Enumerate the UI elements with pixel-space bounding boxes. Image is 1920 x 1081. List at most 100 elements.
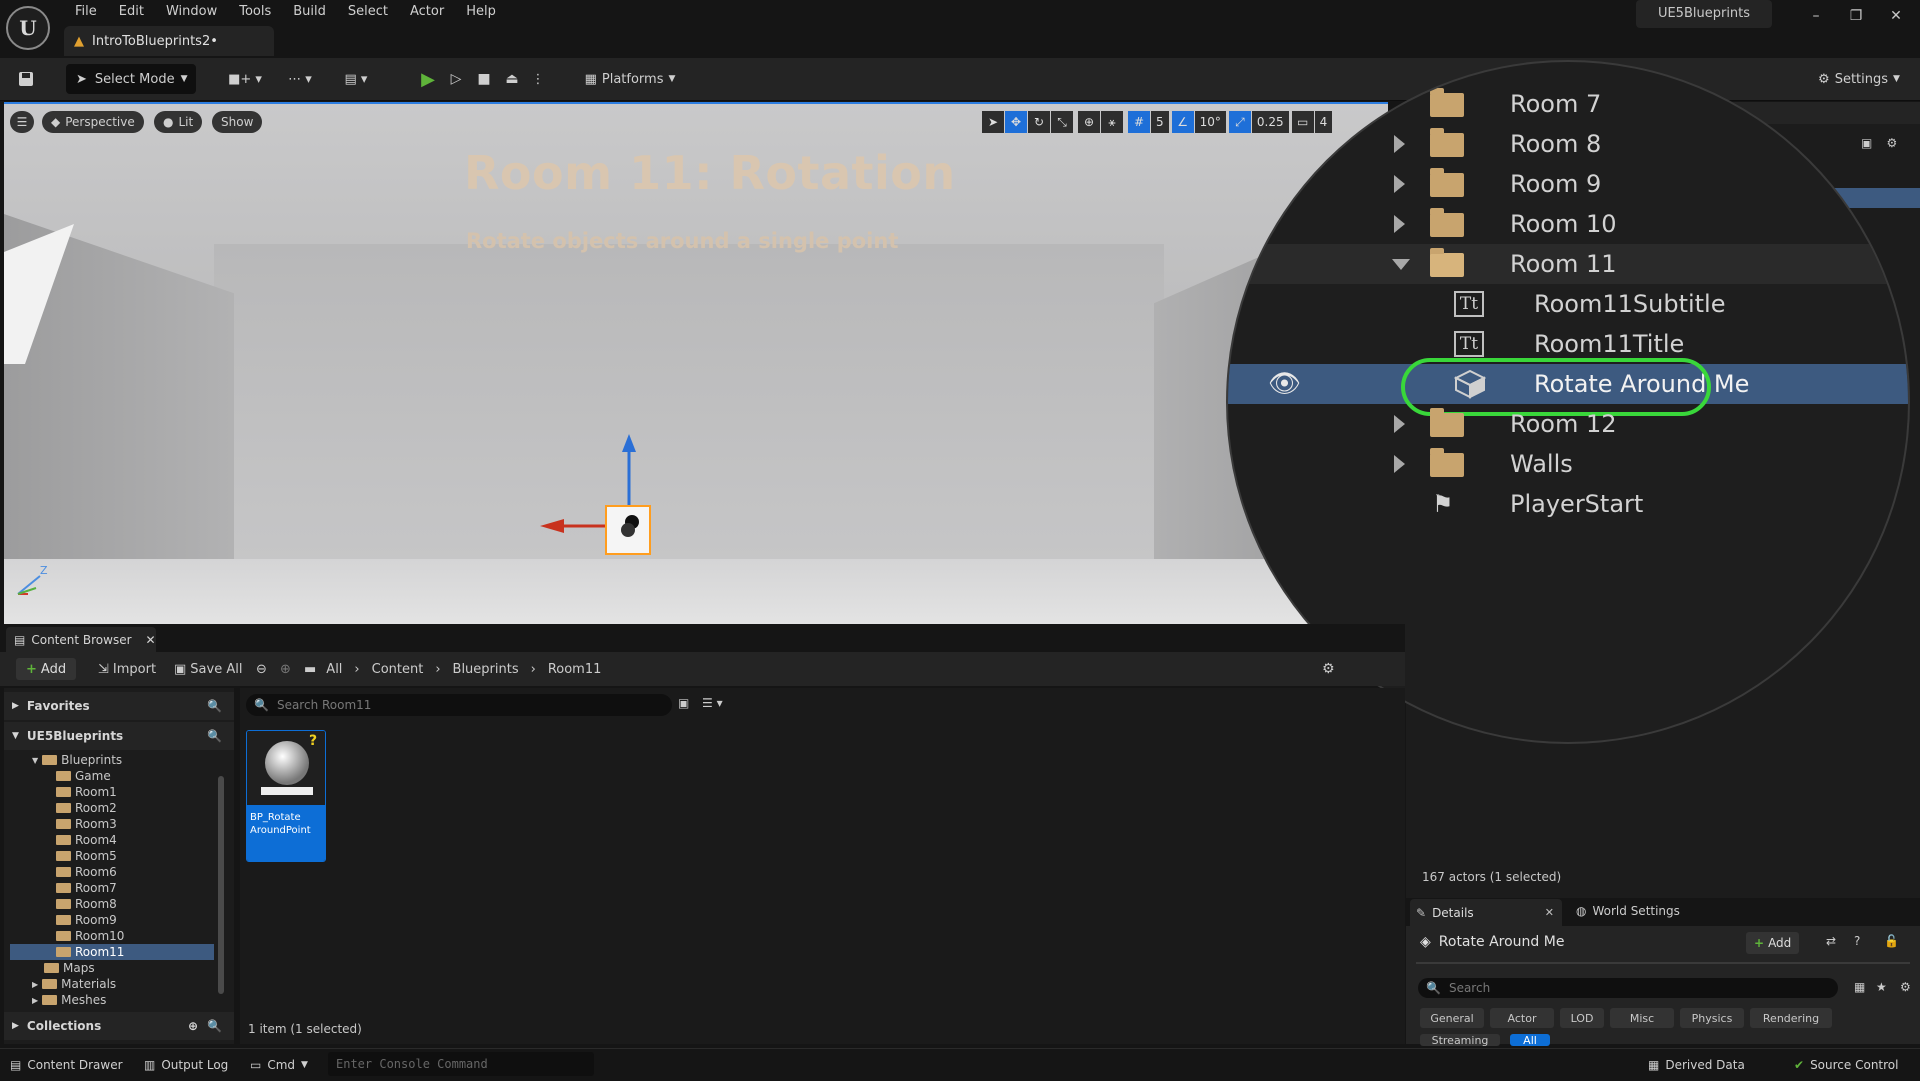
close-icon[interactable]: ✕ [1545,906,1554,919]
cinematics-icon[interactable]: ▤ ▾ [336,64,376,94]
search-icon[interactable]: 🔍 [207,699,222,713]
blueprint-icon[interactable]: ⇄ [1826,934,1836,948]
eye-icon[interactable]: 👁 [1268,369,1301,399]
world-settings-tab[interactable]: ◍ World Settings [1576,904,1680,918]
save-all-button[interactable]: ▣ Save All [174,658,242,680]
menu-tools[interactable]: Tools [228,0,282,24]
star-icon[interactable]: ★ [1876,980,1887,994]
outliner-row-walls[interactable]: Walls [1228,444,1908,484]
expand-arrow-icon[interactable] [1394,175,1405,193]
select-mode-dropdown[interactable]: ➤ Select Mode ▼ [66,64,196,94]
save-icon[interactable] [12,64,40,94]
minimize-button[interactable]: – [1796,0,1836,32]
play-icon[interactable]: ▶ [416,64,440,94]
tree-room4[interactable]: Room4 [56,832,117,848]
expand-arrow-icon[interactable] [1394,455,1405,473]
output-log-button[interactable]: ▥ Output Log [144,1054,228,1076]
gear-icon[interactable]: ⚙ [1900,980,1911,994]
blueprint-icon[interactable]: ⋯ ▾ [280,64,320,94]
menu-edit[interactable]: Edit [108,0,155,24]
tree-room8[interactable]: Room8 [56,896,117,912]
filter-lod[interactable]: LOD [1560,1008,1604,1028]
move-gizmo[interactable] [534,434,674,584]
tree-room5[interactable]: Room5 [56,848,117,864]
filter-physics[interactable]: Physics [1680,1008,1744,1028]
asset-search-input[interactable]: 🔍 Search Room11 [246,694,672,716]
outliner-row-room8[interactable]: Room 8 [1228,124,1908,164]
breadcrumb-blueprints[interactable]: Blueprints [453,662,519,677]
expand-arrow-icon[interactable] [1394,415,1405,433]
add-button[interactable]: + Add [16,658,77,680]
table-view-icon[interactable]: ▦ [1854,980,1865,994]
source-control-button[interactable]: ✔ Source Control [1794,1054,1898,1076]
menu-select[interactable]: Select [337,0,399,24]
derived-data-button[interactable]: ▦ Derived Data [1648,1054,1745,1076]
gear-icon[interactable]: ⚙ [1322,658,1335,680]
content-drawer-button[interactable]: ▤ Content Drawer [10,1054,123,1076]
add-collection-icon[interactable]: ⊕ [188,1019,198,1033]
filter-icon[interactable]: ☰ ▾ [702,696,723,710]
nav-forward-icon[interactable]: ⊕ [280,658,291,680]
room-subtitle-text[interactable]: Rotate objects around a single point [466,229,898,253]
breadcrumb-content[interactable]: Content [372,662,424,677]
expand-arrow-icon[interactable] [1394,215,1405,233]
tree-scrollbar[interactable] [218,776,224,994]
tree-room7[interactable]: Room7 [56,880,117,896]
help-icon[interactable]: ? [1854,934,1860,948]
save-search-icon[interactable]: ▣ [678,696,689,710]
rotate-tool-icon[interactable]: ↻ [1028,111,1050,133]
tree-game[interactable]: Game [56,768,111,784]
platforms-dropdown[interactable]: ▦ Platforms ▼ [580,64,680,94]
import-button[interactable]: ⇲ Import [98,658,156,680]
menu-actor[interactable]: Actor [399,0,455,24]
show-button[interactable]: Show [212,111,263,133]
stop-icon[interactable]: ■ [472,64,496,94]
breadcrumb-room11[interactable]: Room11 [548,662,602,677]
tree-meshes[interactable]: ▶ Meshes [32,992,106,1008]
menu-help[interactable]: Help [455,0,507,24]
move-tool-icon[interactable]: ✥ [1005,111,1027,133]
restore-button[interactable]: ❐ [1836,0,1876,32]
level-viewport[interactable]: ☰ ◆ Perspective ● Lit Show ➤ ✥ ↻ ⤡ ⊕ ⚹ #… [4,102,1388,624]
outliner-row-room12[interactable]: Room 12 [1228,404,1908,444]
room-title-text[interactable]: Room 11: Rotation [464,146,956,200]
filter-rendering[interactable]: Rendering [1750,1008,1832,1028]
filter-misc[interactable]: Misc [1610,1008,1674,1028]
tree-room9[interactable]: Room9 [56,912,117,928]
menu-file[interactable]: File [64,0,108,24]
eject-icon[interactable]: ⏏ [500,64,524,94]
collections-header[interactable]: ▶ Collections ⊕ 🔍 [4,1012,234,1040]
outliner-row-room9[interactable]: Room 9 [1228,164,1908,204]
tree-room3[interactable]: Room3 [56,816,117,832]
tree-blueprints[interactable]: ▼ Blueprints [12,752,216,768]
project-header[interactable]: ▼ UE5Blueprints 🔍 [4,722,234,750]
lock-icon[interactable]: 🔓 [1884,934,1899,948]
expand-arrow-icon[interactable] [1394,135,1405,153]
tree-room6[interactable]: Room6 [56,864,117,880]
viewport-menu-icon[interactable]: ☰ [10,111,34,133]
perspective-button[interactable]: ◆ Perspective [42,111,144,133]
tree-maps[interactable]: Maps [44,960,95,976]
unreal-logo[interactable]: U [6,6,50,50]
rotation-snap-value[interactable]: 10° [1194,111,1226,133]
outliner-row-room11subtitle[interactable]: Tt Room11Subtitle [1228,284,1908,324]
breadcrumb-all[interactable]: All [326,662,342,677]
rotation-snap-icon[interactable]: ∠ [1171,111,1194,133]
level-tab[interactable]: ▲ IntroToBlueprints2• [64,26,274,56]
select-tool-icon[interactable]: ➤ [982,111,1004,133]
add-actor-icon[interactable]: ■+ ▾ [226,64,264,94]
cmd-dropdown[interactable]: ▭ Cmd ▼ [250,1054,308,1076]
scale-tool-icon[interactable]: ⤡ [1051,111,1073,133]
filter-actor[interactable]: Actor [1490,1008,1554,1028]
details-tab[interactable]: ✎ Details ✕ [1410,899,1562,926]
surface-snap-icon[interactable]: ⚹ [1101,111,1123,133]
search-icon[interactable]: 🔍 [207,729,222,743]
tree-room10[interactable]: Room10 [56,928,124,944]
close-window-button[interactable]: ✕ [1876,0,1916,32]
filter-streaming[interactable]: Streaming [1420,1034,1500,1046]
more-options-icon[interactable]: ⋮ [530,64,546,94]
collapse-arrow-icon[interactable] [1392,259,1410,270]
outliner-row-room11[interactable]: Room 11 [1228,244,1908,284]
details-search-input[interactable]: 🔍 Search [1418,978,1838,998]
outliner-row-playerstart[interactable]: ⚑ PlayerStart [1228,484,1908,524]
